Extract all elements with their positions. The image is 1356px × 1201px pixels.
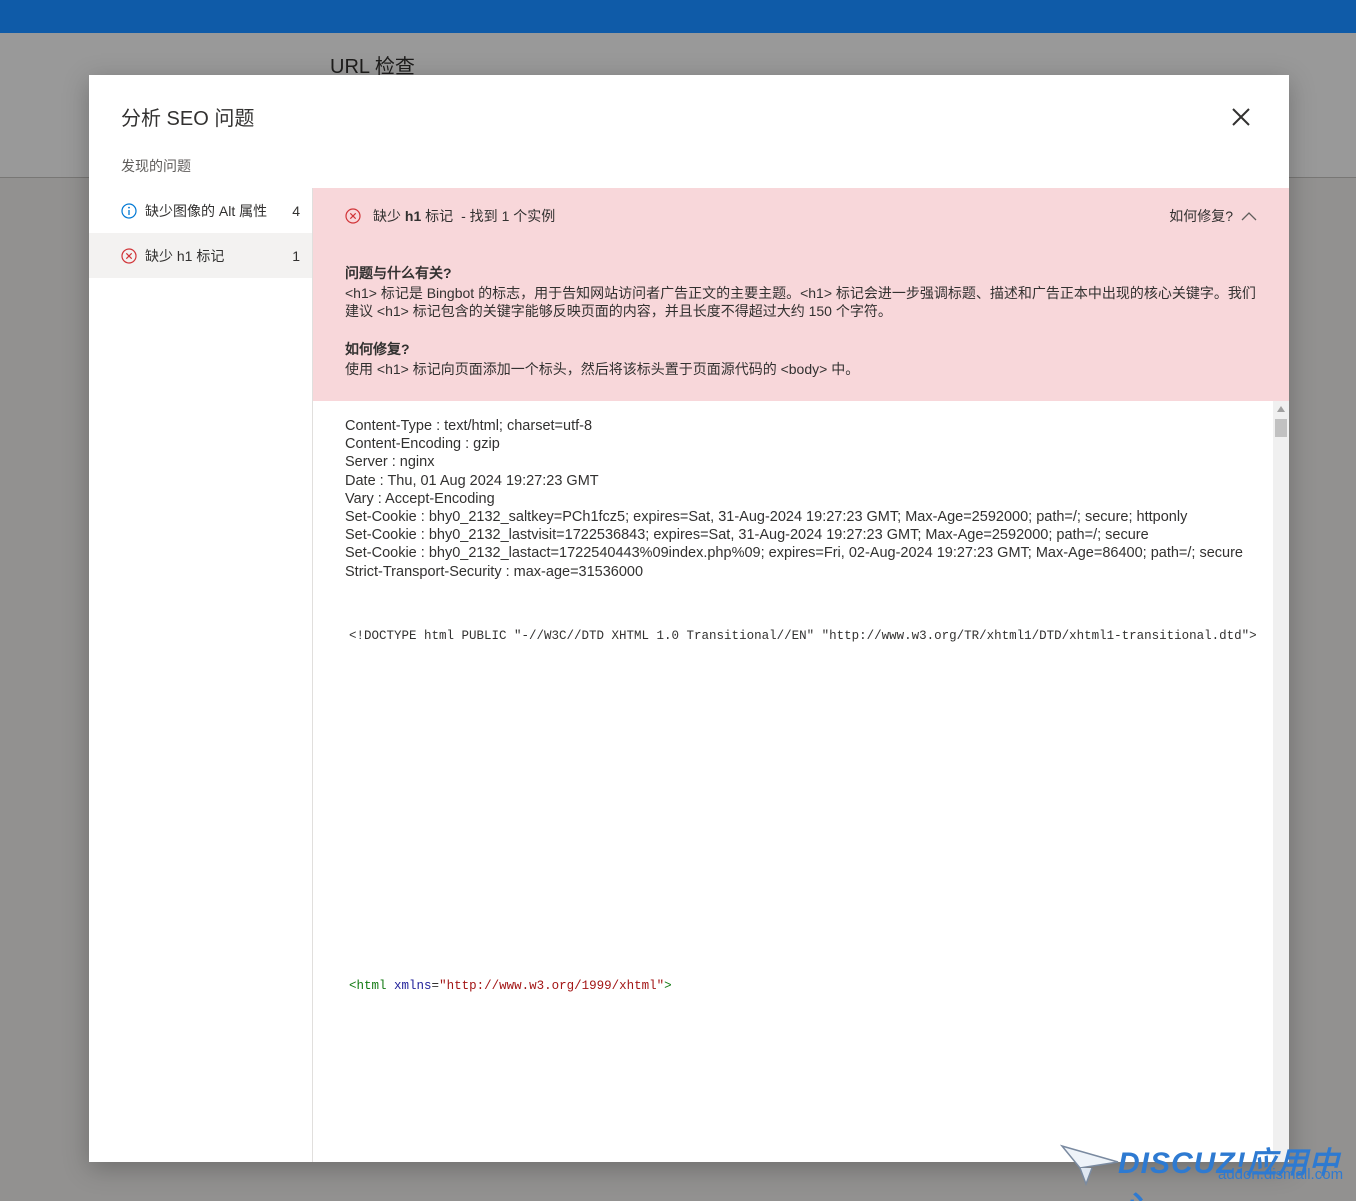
issue-item-missing-h1[interactable]: 缺少 h1 标记 1 xyxy=(89,233,312,278)
header-line: Set-Cookie : bhy0_2132_lastvisit=1722536… xyxy=(345,527,1149,544)
close-icon xyxy=(1232,108,1250,126)
fix-heading: 如何修复? xyxy=(345,341,410,357)
issue-item-missing-alt[interactable]: 缺少图像的 Alt 属性 4 xyxy=(89,188,312,233)
issue-instance-count: - 找到 1 个实例 xyxy=(461,208,556,224)
header-line: Vary : Accept-Encoding xyxy=(345,490,495,507)
html-tag-open: <html xyxy=(349,979,387,993)
issue-item-label: 缺少图像的 Alt 属性 xyxy=(145,202,268,219)
watermark: DISCUZ!应用中心 addon.dismall.com xyxy=(1060,1138,1350,1201)
html-tag-close: > xyxy=(664,979,672,993)
header-line: Server : nginx xyxy=(345,454,435,471)
scroll-up-arrow[interactable] xyxy=(1273,403,1289,415)
issue-detail-panel: 缺少 h1 标记 - 找到 1 个实例 如何修复? 问题与什么有关? <h1> … xyxy=(313,188,1289,1162)
doctype-line: <!DOCTYPE html PUBLIC "-//W3C//DTD XHTML… xyxy=(349,629,1257,643)
issue-header: 缺少 h1 标记 - 找到 1 个实例 xyxy=(345,206,555,226)
issue-name: 缺少 h1 标记 xyxy=(373,206,453,226)
chevron-up-icon xyxy=(1241,212,1257,221)
error-icon xyxy=(121,247,137,264)
about-text: <h1> 标记是 Bingbot 的标志，用于告知网站访问者广告正文的主要主题。… xyxy=(345,285,1256,319)
source-scrollbar[interactable] xyxy=(1273,401,1289,1162)
header-line: Strict-Transport-Security : max-age=3153… xyxy=(345,563,644,580)
page-source-viewer[interactable]: Content-Type : text/html; charset=utf-8 … xyxy=(313,401,1289,1162)
html-attr-eq: = xyxy=(431,979,440,993)
header-line: Set-Cookie : bhy0_2132_lastact=172254044… xyxy=(345,545,1243,562)
watermark-url: addon.dismall.com xyxy=(1218,1166,1344,1183)
dialog-title: 分析 SEO 问题 xyxy=(121,108,255,130)
issue-name-suffix: 标记 xyxy=(421,208,454,224)
response-headers: Content-Type : text/html; charset=utf-8 … xyxy=(345,417,1245,581)
html-tag-line: <html xmlns="http://www.w3.org/1999/xhtm… xyxy=(349,979,672,993)
issue-name-bold: h1 xyxy=(404,208,422,224)
issue-name-prefix: 缺少 xyxy=(373,208,405,224)
scroll-thumb[interactable] xyxy=(1275,419,1287,437)
about-heading: 问题与什么有关? xyxy=(345,265,452,281)
fix-text: 使用 <h1> 标记向页面添加一个标头，然后将该标头置于页面源代码的 <body… xyxy=(345,361,860,377)
paper-plane-icon xyxy=(1060,1144,1119,1186)
triangle-up-icon xyxy=(1277,406,1285,412)
issue-body: 问题与什么有关? <h1> 标记是 Bingbot 的标志，用于告知网站访问者广… xyxy=(345,264,1257,398)
header-line: Content-Encoding : gzip xyxy=(345,436,500,453)
found-issues-label: 发现的问题 xyxy=(121,158,191,174)
header-line: Date : Thu, 01 Aug 2024 19:27:23 GMT xyxy=(345,472,599,489)
issue-item-count: 4 xyxy=(292,202,300,219)
how-to-fix-toggle-label: 如何修复? xyxy=(1169,208,1233,224)
html-attr-name: xmlns xyxy=(394,979,432,993)
error-icon xyxy=(345,208,361,224)
seo-issues-dialog: 分析 SEO 问题 发现的问题 缺少图像的 Alt 属性 4 缺少 h1 标记 … xyxy=(89,75,1289,1162)
info-icon xyxy=(121,202,137,219)
header-line: Set-Cookie : bhy0_2132_saltkey=PCh1fcz5;… xyxy=(345,509,1188,526)
header-line: Content-Type : text/html; charset=utf-8 xyxy=(345,418,593,434)
top-navigation-bar xyxy=(0,0,1356,33)
close-button[interactable] xyxy=(1227,103,1255,131)
issue-list: 缺少图像的 Alt 属性 4 缺少 h1 标记 1 xyxy=(89,188,313,1162)
how-to-fix-toggle[interactable]: 如何修复? xyxy=(1169,206,1257,226)
issue-description-box: 缺少 h1 标记 - 找到 1 个实例 如何修复? 问题与什么有关? <h1> … xyxy=(313,188,1289,401)
html-attr-value: "http://www.w3.org/1999/xhtml" xyxy=(439,979,665,993)
issue-item-label: 缺少 h1 标记 xyxy=(145,247,225,264)
issue-item-count: 1 xyxy=(292,247,300,264)
